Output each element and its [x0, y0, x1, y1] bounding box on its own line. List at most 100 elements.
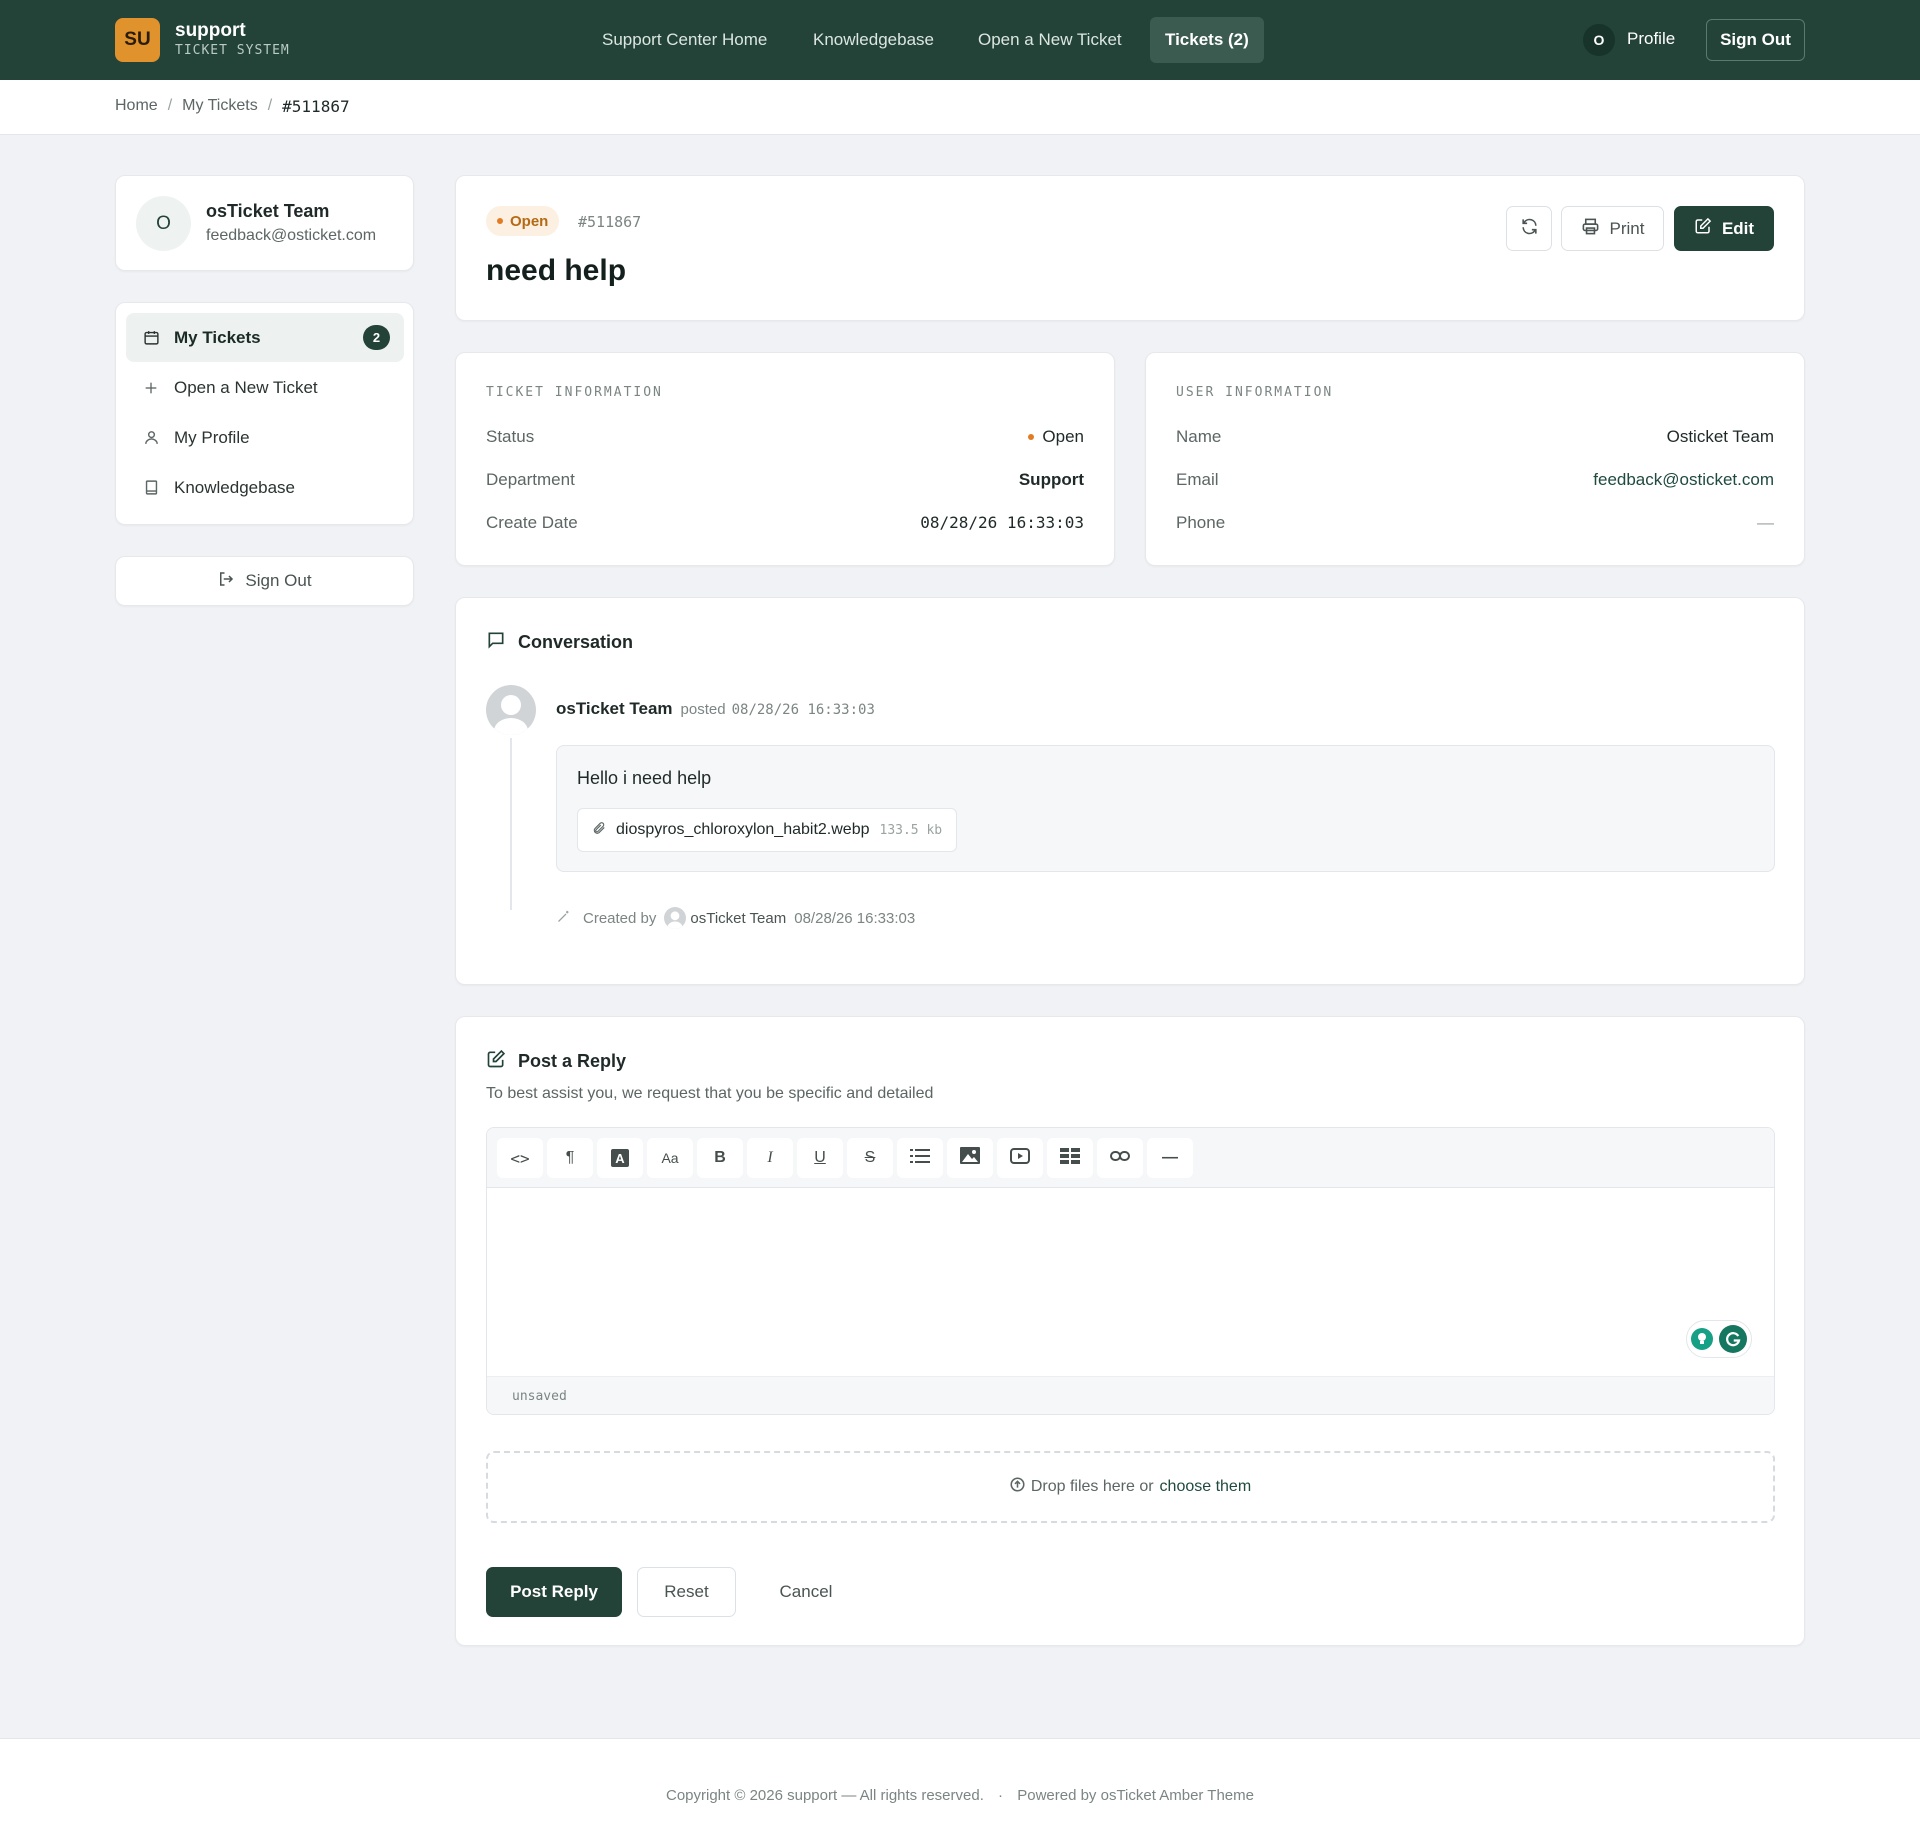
strikethrough-button[interactable]: S: [847, 1138, 893, 1178]
reply-textarea[interactable]: [487, 1188, 1774, 1376]
edit-label: Edit: [1721, 218, 1755, 238]
horizontal-rule-button[interactable]: —: [1147, 1138, 1193, 1178]
event-time: 08/28/26 16:33:03: [794, 909, 916, 927]
reset-button[interactable]: Reset: [637, 1567, 736, 1617]
reply-title: Post a Reply: [486, 1049, 626, 1074]
cancel-button[interactable]: Cancel: [756, 1567, 856, 1617]
chat-icon: [486, 630, 506, 655]
insert-link-button[interactable]: [1097, 1138, 1143, 1178]
video-icon: [1010, 1147, 1030, 1169]
font-color-button[interactable]: A: [597, 1138, 643, 1178]
conversation-card: Conversation osTicket Team posted 08/28/…: [455, 597, 1805, 985]
logo-badge[interactable]: SU: [115, 18, 160, 62]
ticket-count-badge: 2: [363, 325, 390, 350]
underline-button[interactable]: U: [797, 1138, 843, 1178]
status-badge-label: Open: [510, 212, 549, 230]
entry-timestamp: 08/28/26 16:33:03: [731, 702, 875, 718]
attachment-size: 133.5 kb: [879, 822, 943, 838]
top-navbar: SU support TICKET SYSTEM Support Center …: [0, 0, 1920, 80]
info-value: Open: [1028, 427, 1084, 447]
info-row-status: Status Open: [486, 427, 1084, 451]
print-label: Print: [1609, 218, 1645, 238]
sidebar-item-label: My Profile: [174, 427, 250, 447]
attachment-name[interactable]: diospyros_chloroxylon_habit2.webp: [616, 821, 870, 839]
profile-link[interactable]: Profile: [1627, 29, 1675, 49]
sidebar-item-my-profile[interactable]: My Profile: [126, 413, 404, 462]
insert-table-button[interactable]: [1047, 1138, 1093, 1178]
user-email: feedback@osticket.com: [206, 227, 377, 244]
print-button[interactable]: Print: [1561, 206, 1664, 251]
font-size-button[interactable]: Aa: [647, 1138, 693, 1178]
edit-button[interactable]: Edit: [1674, 206, 1774, 251]
sidebar-item-open-new-ticket[interactable]: Open a New Ticket: [126, 363, 404, 412]
table-icon: [1060, 1147, 1080, 1169]
list-icon: [910, 1148, 930, 1169]
footer-separator: ·: [998, 1787, 1004, 1804]
author-avatar: [486, 685, 536, 735]
refresh-icon: [1520, 217, 1539, 241]
message-body: Hello i need help: [577, 768, 712, 788]
file-drop-zone[interactable]: Drop files here or choose them: [486, 1451, 1775, 1523]
created-event: Created by osTicket Team 08/28/26 16:33:…: [556, 907, 915, 929]
sidebar-item-knowledgebase[interactable]: Knowledgebase: [126, 463, 404, 512]
page-footer: Copyright © 2026 support — All rights re…: [0, 1738, 1920, 1841]
sign-out-icon: [217, 570, 235, 593]
info-label: Create Date: [486, 513, 578, 532]
copyright-text: Copyright © 2026 support — All rights re…: [666, 1787, 984, 1804]
brand-name[interactable]: support: [175, 20, 246, 42]
upload-icon: [1010, 1477, 1025, 1497]
insert-image-button[interactable]: [947, 1138, 993, 1178]
nav-tickets[interactable]: Tickets (2): [1150, 17, 1264, 63]
breadcrumb-my-tickets[interactable]: My Tickets: [182, 97, 258, 116]
conversation-title: Conversation: [486, 630, 633, 655]
insert-video-button[interactable]: [997, 1138, 1043, 1178]
section-label: USER INFORMATION: [1176, 385, 1334, 400]
bold-button[interactable]: B: [697, 1138, 743, 1178]
reply-title-label: Post a Reply: [518, 1051, 627, 1071]
ticket-subject: need help: [486, 254, 627, 287]
refresh-button[interactable]: [1506, 206, 1552, 251]
sidebar-item-label: My Tickets: [174, 327, 261, 347]
nav-knowledgebase[interactable]: Knowledgebase: [798, 17, 949, 63]
info-value: Osticket Team: [1666, 427, 1774, 446]
nav-open-new-ticket[interactable]: Open a New Ticket: [963, 17, 1137, 63]
info-row-name: Name Osticket Team: [1176, 427, 1774, 451]
ticket-header-card: Open #511867 need help Print Edit: [455, 175, 1805, 321]
italic-button[interactable]: I: [747, 1138, 793, 1178]
thread-line: [510, 738, 512, 910]
nav-support-center-home[interactable]: Support Center Home: [587, 17, 782, 63]
editor-statusbar: unsaved: [487, 1376, 1774, 1414]
user-card: O osTicket Team feedback@osticket.com: [115, 175, 414, 271]
info-label: Department: [486, 470, 575, 489]
event-author: osTicket Team: [690, 909, 787, 927]
post-reply-button[interactable]: Post Reply: [486, 1567, 622, 1617]
info-value-email[interactable]: feedback@osticket.com: [1593, 470, 1774, 490]
list-button[interactable]: [897, 1138, 943, 1178]
event-avatar: [664, 907, 687, 929]
editor-toolbar: <> ¶ A Aa B I U S —: [487, 1128, 1774, 1188]
user-avatar: O: [136, 196, 191, 251]
link-icon: [1110, 1149, 1130, 1167]
choose-files-link[interactable]: choose them: [1160, 1478, 1252, 1496]
code-view-button[interactable]: <>: [497, 1138, 543, 1178]
drop-text: Drop files here or: [1030, 1478, 1154, 1495]
created-by-label: Created by: [583, 909, 657, 927]
edit-icon: [1694, 217, 1712, 240]
info-row-department: Department Support: [486, 470, 1084, 494]
sign-out-button[interactable]: Sign Out: [1706, 19, 1805, 61]
sidebar-item-label: Open a New Ticket: [174, 377, 318, 397]
reply-editor: <> ¶ A Aa B I U S — unsaved: [486, 1127, 1775, 1415]
reply-subtitle: To best assist you, we request that you …: [486, 1085, 934, 1102]
lightbulb-icon: [1691, 1328, 1713, 1350]
profile-avatar[interactable]: O: [1583, 24, 1615, 56]
entry-header: osTicket Team posted 08/28/26 16:33:03: [556, 699, 875, 719]
sidebar-item-my-tickets[interactable]: My Tickets 2: [126, 313, 404, 362]
breadcrumb-home[interactable]: Home: [115, 97, 158, 116]
entry-posted-label: posted: [680, 701, 726, 718]
paragraph-button[interactable]: ¶: [547, 1138, 593, 1178]
grammarly-widget[interactable]: [1686, 1320, 1752, 1358]
attachment-chip[interactable]: diospyros_chloroxylon_habit2.webp 133.5 …: [577, 808, 958, 852]
user-information-card: USER INFORMATION Name Osticket Team Emai…: [1145, 352, 1805, 566]
sidebar-sign-out-button[interactable]: Sign Out: [115, 556, 414, 606]
plus-icon: [142, 379, 160, 397]
